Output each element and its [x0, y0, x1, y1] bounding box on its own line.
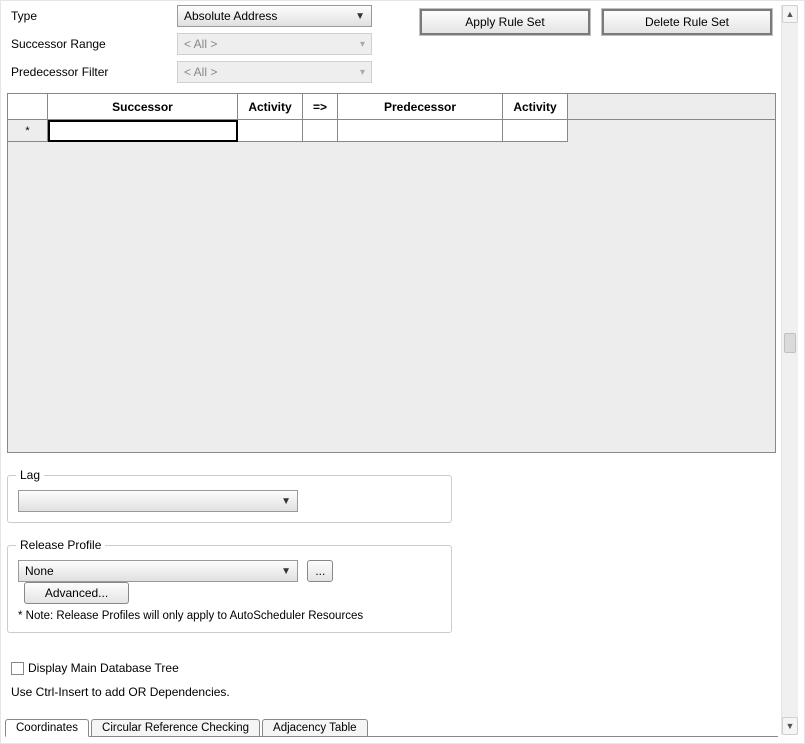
grid-cell-activity1[interactable]	[238, 120, 303, 142]
tab-adjacency-table[interactable]: Adjacency Table	[262, 719, 368, 737]
chevron-down-icon: ▾	[360, 39, 365, 50]
successor-range-combobox[interactable]: < All > ▾	[177, 33, 372, 55]
delete-rule-set-button[interactable]: Delete Rule Set	[602, 9, 772, 35]
release-profile-legend: Release Profile	[16, 538, 105, 552]
grid-header-predecessor[interactable]: Predecessor	[338, 94, 503, 120]
display-main-db-tree-label: Display Main Database Tree	[28, 661, 179, 675]
dependency-grid[interactable]: Successor Activity => Predecessor Activi…	[7, 93, 776, 453]
lag-combobox[interactable]: ▼	[18, 490, 298, 512]
release-profile-group: Release Profile None ▼ ... Advanced... *…	[7, 545, 452, 633]
release-profile-browse-button[interactable]: ...	[307, 560, 333, 582]
tab-circular-reference-checking[interactable]: Circular Reference Checking	[91, 719, 260, 737]
release-profile-advanced-button[interactable]: Advanced...	[24, 582, 129, 604]
grid-header-rest	[568, 94, 775, 120]
predecessor-filter-value: < All >	[184, 65, 217, 79]
scroll-down-arrow-icon[interactable]: ▼	[782, 717, 798, 735]
grid-row-rest	[568, 120, 775, 142]
successor-range-label: Successor Range	[7, 37, 177, 51]
release-profile-combobox[interactable]: None ▼	[18, 560, 298, 582]
or-dependency-hint: Use Ctrl-Insert to add OR Dependencies.	[11, 685, 776, 699]
grid-cell-predecessor[interactable]	[338, 120, 503, 142]
predecessor-filter-combobox[interactable]: < All > ▾	[177, 61, 372, 83]
grid-new-row-marker[interactable]: *	[8, 120, 48, 142]
chevron-down-icon: ▼	[355, 11, 365, 22]
type-combobox[interactable]: Absolute Address ▼	[177, 5, 372, 27]
bottom-tabs: Coordinates Circular Reference Checking …	[5, 715, 778, 737]
grid-cell-activity2[interactable]	[503, 120, 568, 142]
grid-header-successor[interactable]: Successor	[48, 94, 238, 120]
grid-header-arrow[interactable]: =>	[303, 94, 338, 120]
grid-cell-arrow[interactable]	[303, 120, 338, 142]
lag-legend: Lag	[16, 468, 44, 482]
scrollbar-thumb[interactable]	[784, 333, 796, 353]
chevron-down-icon: ▼	[281, 496, 291, 507]
predecessor-filter-label: Predecessor Filter	[7, 65, 177, 79]
vertical-scrollbar[interactable]: ▲ ▼	[781, 5, 798, 735]
successor-range-value: < All >	[184, 37, 217, 51]
type-label: Type	[7, 9, 177, 23]
tab-coordinates[interactable]: Coordinates	[5, 719, 89, 737]
apply-rule-set-button[interactable]: Apply Rule Set	[420, 9, 590, 35]
release-profile-value: None	[25, 564, 54, 578]
chevron-down-icon: ▾	[360, 67, 365, 78]
grid-header-blank[interactable]	[8, 94, 48, 120]
type-combobox-value: Absolute Address	[184, 9, 277, 23]
lag-group: Lag ▼	[7, 475, 452, 523]
chevron-down-icon: ▼	[281, 566, 291, 577]
grid-cell-successor[interactable]	[48, 120, 238, 142]
grid-header-activity1[interactable]: Activity	[238, 94, 303, 120]
display-main-db-tree-checkbox[interactable]	[11, 662, 24, 675]
scroll-up-arrow-icon[interactable]: ▲	[782, 5, 798, 23]
grid-header-activity2[interactable]: Activity	[503, 94, 568, 120]
release-profile-note: * Note: Release Profiles will only apply…	[18, 610, 441, 622]
